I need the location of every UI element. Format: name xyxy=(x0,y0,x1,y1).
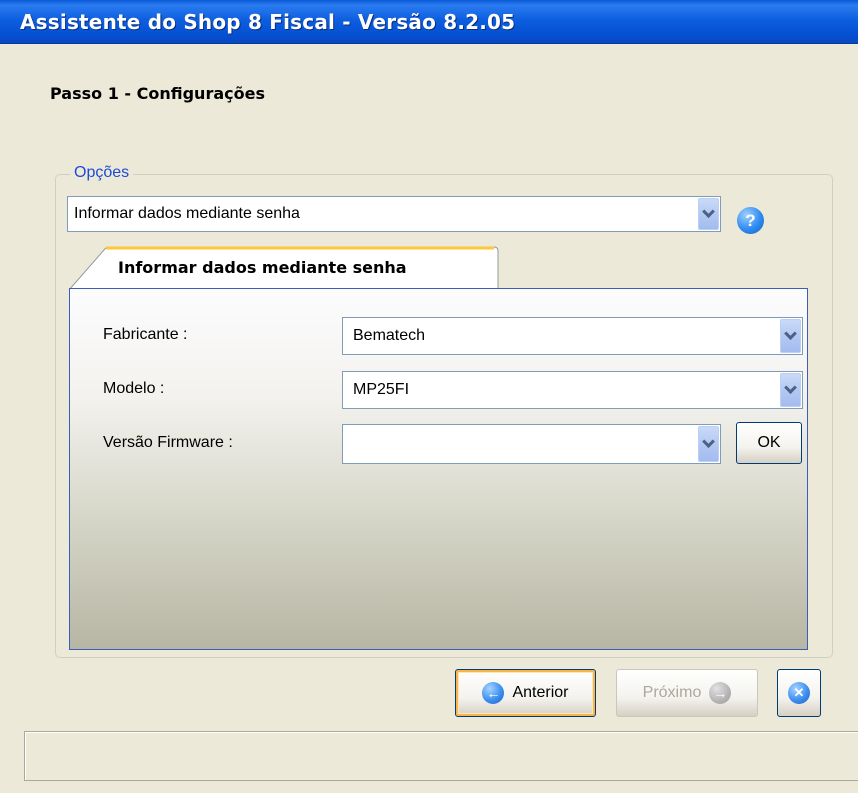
firmware-label: Versão Firmware : xyxy=(103,434,233,451)
fabricante-dropdown-button[interactable] xyxy=(780,319,801,353)
options-select[interactable]: Informar dados mediante senha xyxy=(67,196,721,232)
firmware-select[interactable]: 1.02 xyxy=(342,424,721,464)
anterior-button[interactable]: ← Anterior xyxy=(455,669,596,717)
options-select-value: Informar dados mediante senha xyxy=(74,205,300,222)
chevron-down-icon xyxy=(784,326,797,340)
fabricante-select[interactable]: Bematech xyxy=(342,317,803,355)
tab-label: Informar dados mediante senha xyxy=(118,258,407,277)
modelo-dropdown-button[interactable] xyxy=(780,373,801,407)
firmware-value: 1.02 xyxy=(348,430,684,458)
anterior-label: Anterior xyxy=(512,684,569,701)
firmware-dropdown-button[interactable] xyxy=(698,426,719,462)
status-bar xyxy=(24,731,858,781)
help-icon[interactable]: ? xyxy=(737,207,764,234)
tab-informar-dados[interactable]: Informar dados mediante senha xyxy=(100,246,496,290)
modelo-value: MP25FI xyxy=(353,381,410,398)
modelo-select[interactable]: MP25FI xyxy=(342,371,803,409)
modelo-label: Modelo : xyxy=(103,380,165,397)
ok-button[interactable]: OK xyxy=(736,422,802,464)
window-title: Assistente do Shop 8 Fiscal - Versão 8.2… xyxy=(20,10,516,34)
fabricante-label: Fabricante : xyxy=(103,326,188,343)
arrow-left-icon: ← xyxy=(482,682,505,704)
options-dropdown-button[interactable] xyxy=(698,198,719,230)
fabricante-value: Bematech xyxy=(353,327,426,344)
chevron-down-icon xyxy=(784,380,797,394)
ok-label: OK xyxy=(757,434,781,451)
chevron-down-icon xyxy=(702,434,715,448)
arrow-right-icon: → xyxy=(709,682,732,704)
chevron-down-icon xyxy=(702,204,715,218)
close-button[interactable]: ✕ xyxy=(777,669,821,717)
window-titlebar: Assistente do Shop 8 Fiscal - Versão 8.2… xyxy=(0,0,858,44)
proximo-button[interactable]: Próximo → xyxy=(616,669,758,717)
proximo-label: Próximo xyxy=(642,684,702,701)
options-group-label: Opções xyxy=(70,164,134,182)
close-icon: ✕ xyxy=(788,682,810,704)
step-title: Passo 1 - Configurações xyxy=(50,84,265,103)
